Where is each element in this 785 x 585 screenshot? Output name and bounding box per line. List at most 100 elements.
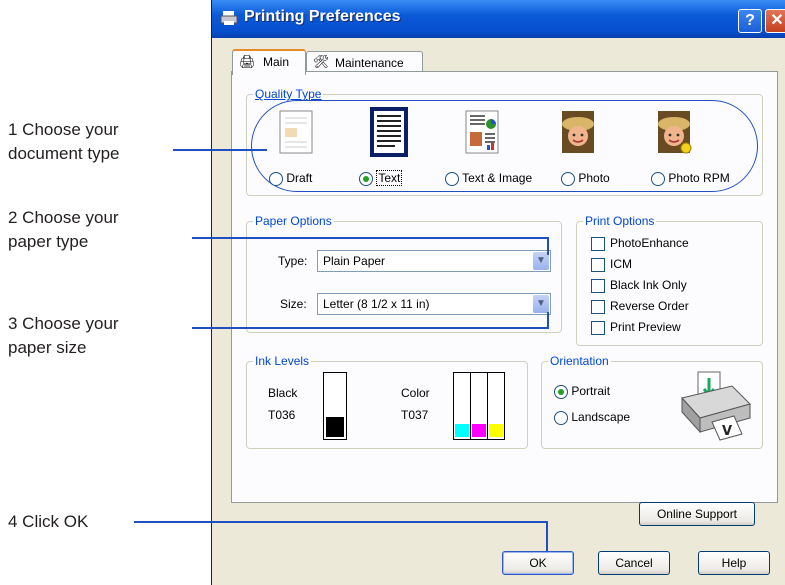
color-ink-name: Color [401, 386, 430, 400]
icm-checkbox[interactable] [591, 257, 605, 272]
main-tab-panel: Quality Type Draft Text Text & Image Pho… [231, 71, 778, 526]
title-help-button[interactable]: ? [738, 9, 762, 33]
svg-text:V: V [722, 424, 732, 439]
printer-tools-icon: 🛠 [313, 54, 330, 69]
cancel-button[interactable]: Cancel [598, 551, 670, 575]
callout-3-line1: 3 Choose your [8, 314, 119, 333]
yellow-ink-fill [489, 423, 503, 437]
callout-3-leader-rise [547, 312, 549, 329]
draft-radio[interactable] [269, 171, 283, 186]
draft-icon [279, 110, 313, 154]
quality-option-photo[interactable]: Photo [561, 171, 610, 186]
reverse-order-checkbox[interactable] [591, 299, 605, 314]
text-image-radio[interactable] [445, 171, 459, 186]
title-bar[interactable]: Printing Preferences ? ✕ [212, 0, 785, 38]
color-ink-gauge [453, 372, 505, 440]
orientation-portrait[interactable]: Portrait [554, 384, 610, 399]
chevron-down-icon[interactable]: ▼ [533, 295, 549, 313]
print-options-label: Print Options [583, 214, 657, 228]
tab-main[interactable]: 🖨 Main [232, 49, 306, 75]
paper-options-label: Paper Options [253, 214, 334, 228]
callout-1-line1: 1 Choose your [8, 120, 119, 139]
paper-type-label: Type: [278, 254, 308, 268]
portrait-radio[interactable] [554, 384, 568, 399]
option-black-ink-only[interactable]: Black Ink Only [591, 278, 687, 293]
portrait-label: Portrait [571, 384, 611, 398]
window-title: Printing Preferences [244, 8, 401, 25]
cyan-ink-fill [455, 423, 469, 437]
option-photoenhance[interactable]: PhotoEnhance [591, 236, 689, 251]
landscape-label: Landscape [571, 410, 631, 424]
callout-4-leader-drop [546, 521, 548, 551]
ink-levels-label: Ink Levels [253, 354, 312, 368]
printer-icon: 🖨 [239, 54, 256, 69]
printing-preferences-window: Printing Preferences ? ✕ 🖨 Main 🛠 Mainte… [211, 0, 785, 585]
title-close-button[interactable]: ✕ [765, 9, 785, 33]
quality-option-text[interactable]: Text [359, 170, 403, 186]
black-ink-only-checkbox[interactable] [591, 278, 605, 293]
paper-type-select[interactable]: Plain Paper ▼ [317, 250, 551, 272]
quality-type-label: Quality Type [253, 87, 324, 101]
draft-label: Draft [286, 171, 313, 185]
print-options-group: Print Options PhotoEnhance ICM Black Ink… [576, 214, 763, 346]
landscape-radio[interactable] [554, 410, 568, 425]
print-preview-checkbox[interactable] [591, 320, 605, 335]
callout-1: 1 Choose your document type [8, 118, 198, 166]
icm-label: ICM [610, 257, 632, 271]
photoenhance-checkbox[interactable] [591, 236, 605, 251]
photo-label: Photo [578, 171, 610, 185]
text-radio[interactable] [359, 171, 373, 186]
black-ink-fill [326, 417, 344, 437]
callout-3-leader [192, 327, 549, 329]
photoenhance-label: PhotoEnhance [610, 236, 689, 250]
callout-2-leader-drop [547, 237, 549, 255]
callout-2-line2: paper type [8, 232, 89, 251]
black-ink-only-label: Black Ink Only [610, 278, 687, 292]
photo-rpm-label: Photo RPM [668, 171, 730, 185]
photo-rpm-radio[interactable] [651, 171, 665, 186]
tab-main-label: Main [263, 55, 290, 69]
text-label: Text [376, 170, 403, 186]
quality-option-photo-rpm[interactable]: Photo RPM [651, 171, 730, 186]
option-print-preview[interactable]: Print Preview [591, 320, 681, 335]
photo-radio[interactable] [561, 171, 575, 186]
ink-levels-group: Ink Levels Black T036 Color T037 [246, 354, 528, 449]
photo-rpm-icon [658, 111, 692, 154]
text-image-label: Text & Image [462, 171, 533, 185]
quality-type-group: Quality Type Draft Text Text & Image Pho… [246, 87, 763, 196]
quality-option-draft[interactable]: Draft [269, 171, 312, 186]
callout-1-line2: document type [8, 144, 120, 163]
orientation-landscape[interactable]: Landscape [554, 410, 630, 425]
callout-3: 3 Choose your paper size [8, 312, 198, 360]
callout-1-leader [173, 149, 267, 151]
quality-option-text-image[interactable]: Text & Image [445, 171, 532, 186]
color-ink-code: T037 [401, 408, 429, 422]
black-ink-name: Black [268, 386, 298, 400]
black-ink-code: T036 [268, 408, 296, 422]
paper-size-select[interactable]: Letter (8 1/2 x 11 in) ▼ [317, 293, 551, 315]
text-image-icon [465, 110, 499, 154]
orientation-label: Orientation [548, 354, 611, 368]
callout-3-line2: paper size [8, 338, 87, 357]
callout-2: 2 Choose your paper type [8, 206, 198, 254]
option-reverse-order[interactable]: Reverse Order [591, 299, 689, 314]
callout-2-leader [192, 237, 549, 239]
black-ink-gauge [323, 372, 347, 440]
paper-type-value: Plain Paper [323, 254, 386, 268]
magenta-ink-fill [472, 423, 486, 437]
callout-4-leader [134, 521, 548, 523]
help-button[interactable]: Help [698, 551, 770, 575]
photo-icon [562, 111, 594, 153]
orientation-group: Orientation Portrait Landscape V [541, 354, 763, 449]
ok-button[interactable]: OK [502, 551, 574, 575]
online-support-button[interactable]: Online Support [639, 502, 755, 526]
printer-orientation-icon: V [681, 371, 751, 441]
text-icon [370, 107, 408, 157]
paper-size-value: Letter (8 1/2 x 11 in) [323, 297, 430, 311]
reverse-order-label: Reverse Order [610, 299, 689, 313]
printer-icon [220, 11, 238, 25]
option-icm[interactable]: ICM [591, 257, 632, 272]
paper-size-label: Size: [280, 297, 307, 311]
print-preview-label: Print Preview [610, 320, 681, 334]
callout-2-line1: 2 Choose your [8, 208, 119, 227]
